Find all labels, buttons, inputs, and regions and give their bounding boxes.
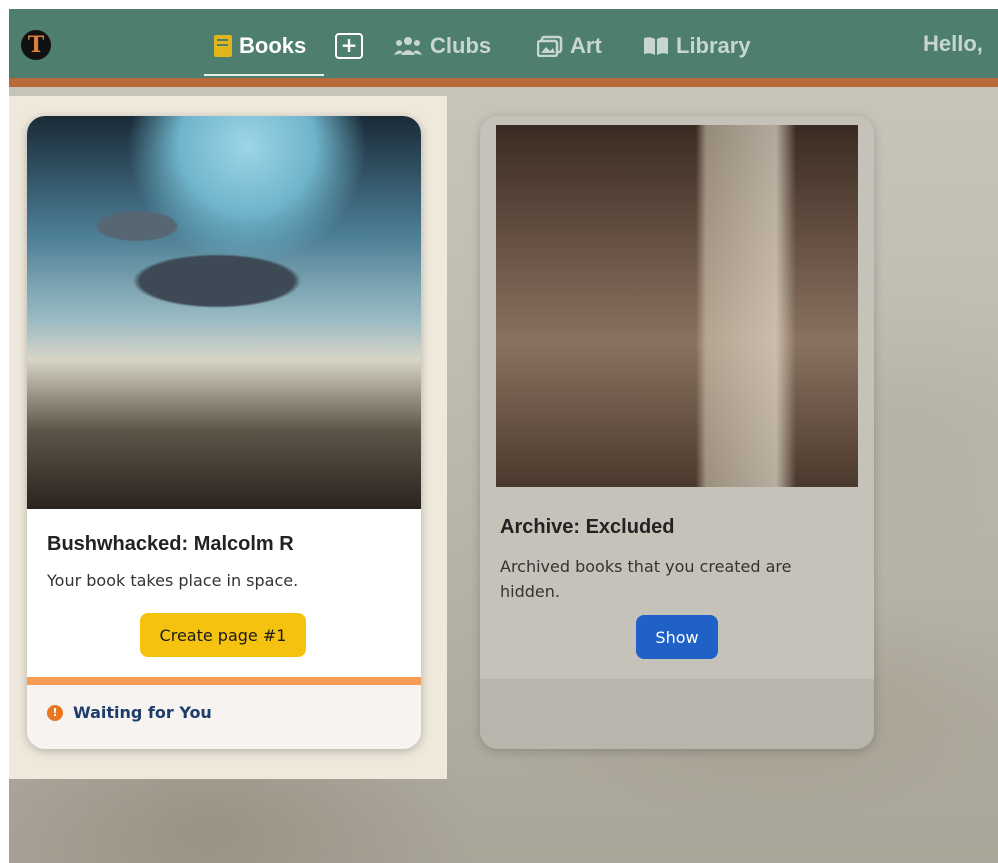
status-indicator: ! Waiting for You: [47, 703, 212, 722]
status-bar: [27, 677, 421, 685]
users-icon: [394, 37, 422, 55]
archive-title: Archive: Excluded: [500, 516, 675, 538]
book-icon: [214, 35, 232, 57]
archive-card: Archive: Excluded Archived books that yo…: [480, 116, 874, 749]
top-navbar: T Books + Clubs Art Library Hello,: [9, 9, 998, 87]
archive-description: Archived books that you created are hidd…: [500, 557, 792, 601]
archive-card-footer: [480, 679, 874, 749]
nav-art[interactable]: Art: [537, 31, 602, 61]
app-frame: T Books + Clubs Art Library Hello, Bushw…: [9, 9, 998, 863]
nav-books[interactable]: Books: [214, 31, 306, 61]
active-nav-underline: [204, 74, 324, 76]
nav-art-label: Art: [570, 33, 602, 58]
add-book-button[interactable]: +: [335, 33, 363, 59]
nav-clubs-label: Clubs: [430, 33, 492, 58]
nav-library[interactable]: Library: [643, 31, 751, 61]
card-footer: ! Waiting for You: [27, 685, 421, 749]
nav-clubs[interactable]: Clubs: [393, 31, 491, 61]
show-archived-button[interactable]: Show: [636, 615, 718, 659]
book-open-icon: [644, 37, 668, 55]
logo-letter: T: [27, 32, 45, 58]
book-cover-image[interactable]: [27, 116, 421, 509]
status-label: Waiting for You: [73, 703, 212, 722]
alert-icon: !: [47, 704, 63, 721]
images-icon: [537, 35, 563, 57]
create-page-button[interactable]: Create page #1: [140, 613, 306, 657]
user-greeting[interactable]: Hello,: [923, 31, 983, 57]
archive-cover-image: [496, 125, 858, 487]
logo-icon[interactable]: T: [21, 30, 51, 60]
nav-library-label: Library: [676, 33, 751, 58]
book-title: Bushwhacked: Malcolm R: [47, 533, 294, 555]
book-description: Your book takes place in space.: [47, 571, 299, 590]
nav-books-label: Books: [239, 33, 307, 58]
book-card-bushwhacked[interactable]: Bushwhacked: Malcolm R Your book takes p…: [27, 116, 421, 749]
